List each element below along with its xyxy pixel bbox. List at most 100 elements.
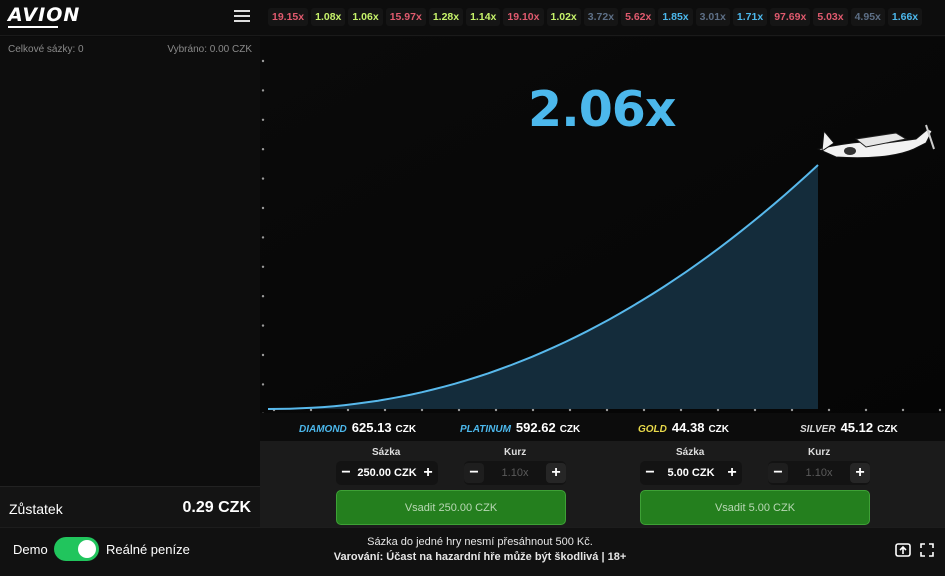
x-dot: [753, 408, 757, 412]
tier-platinum: PLATINUM 592.62 CZK: [460, 420, 580, 435]
bet-panel-2: Sázka − 5.00 CZK + Kurz − 1.10x + Vsadit…: [564, 441, 904, 527]
history-chip[interactable]: 19.15x: [268, 8, 309, 26]
tier-name: DIAMOND: [299, 424, 347, 435]
rate-label: Kurz: [808, 447, 831, 458]
history-chip[interactable]: 1.85x: [658, 8, 693, 26]
top-bar: AVION 19.15x 1.08x 1.06x 15.97x 1.28x 1.14x 19…: [0, 0, 945, 36]
footer: Demo Reálné peníze Sázka do jedné hry ne…: [0, 527, 945, 576]
x-dot: [642, 408, 646, 412]
y-dot: [261, 59, 265, 63]
tier-name: PLATINUM: [460, 424, 511, 435]
x-dot: [864, 408, 868, 412]
history-chip[interactable]: 15.97x: [385, 8, 426, 26]
menu-icon[interactable]: [234, 10, 250, 24]
tier-silver: SILVER 45.12 CZK: [800, 420, 898, 435]
y-dot: [261, 177, 265, 180]
history-chip[interactable]: 3.01x: [695, 8, 730, 26]
fullscreen-icon[interactable]: [918, 541, 936, 559]
y-dot: [261, 353, 265, 357]
tier-amount: 45.12: [840, 420, 874, 435]
x-dot: [383, 408, 387, 412]
bet-amount-value[interactable]: 5.00 CZK: [660, 467, 722, 479]
history-chip[interactable]: 1.71x: [732, 8, 768, 26]
real-money-label: Reálné peníze: [106, 542, 190, 557]
x-dot: [938, 408, 942, 412]
history-chip[interactable]: 1.14x: [466, 8, 501, 26]
bet-amount-stepper: − 5.00 CZK +: [640, 461, 742, 485]
history-chip[interactable]: 1.66x: [887, 8, 923, 26]
bet-panel-1: Sázka − 250.00 CZK + Kurz − 1.10x + Vsad…: [260, 441, 600, 527]
x-dot: [309, 408, 313, 412]
y-dot: [261, 148, 265, 151]
tier-amount: 44.38: [671, 420, 705, 435]
y-dot: [261, 236, 265, 239]
notice-line-2: Varování: Účast na hazardní hře může být…: [333, 551, 627, 563]
mode-toggle[interactable]: [54, 537, 99, 561]
x-dot: [679, 408, 683, 412]
x-dot: [457, 408, 461, 412]
history-chip[interactable]: 1.08x: [311, 8, 346, 26]
y-dot: [261, 295, 265, 298]
history-chip[interactable]: 1.06x: [348, 8, 383, 26]
bets-panel: Celkové sázky: 0 Vybráno: 0.00 CZK Zůsta…: [0, 37, 260, 528]
tier-name: GOLD: [638, 424, 667, 435]
rate-value[interactable]: 1.10x: [788, 467, 850, 479]
rules-icon[interactable]: [894, 541, 912, 559]
increase-amount-button[interactable]: +: [722, 463, 742, 483]
tier-amount: 592.62: [515, 420, 556, 435]
y-dot: [261, 265, 265, 268]
rate-stepper: − 1.10x +: [464, 461, 566, 485]
x-dot: [531, 408, 535, 412]
game-canvas: 2.06x: [260, 37, 945, 413]
x-dot: [790, 408, 794, 412]
decrease-amount-button[interactable]: −: [336, 463, 356, 483]
tier-currency: CZK: [395, 424, 417, 435]
x-dot: [568, 408, 572, 412]
bet-zone: Sázka − 250.00 CZK + Kurz − 1.10x + Vsad…: [260, 441, 945, 527]
rate-stepper: − 1.10x +: [768, 461, 870, 485]
y-dot: [261, 118, 265, 122]
decrease-rate-button[interactable]: −: [464, 463, 484, 483]
history-chip[interactable]: 97.69x: [770, 8, 811, 26]
history-chip[interactable]: 5.03x: [813, 8, 848, 26]
rate-value[interactable]: 1.10x: [484, 467, 546, 479]
history-chip[interactable]: 3.72x: [583, 8, 619, 26]
demo-label: Demo: [13, 542, 48, 557]
history-chip[interactable]: 4.95x: [850, 8, 885, 26]
place-bet-button[interactable]: Vsadit 5.00 CZK: [640, 490, 870, 525]
x-dot: [827, 408, 831, 412]
tier-diamond: DIAMOND 625.13 CZK: [299, 420, 416, 435]
y-dot: [261, 324, 265, 327]
legal-notice: Sázka do jedné hry nesmí přesáhnout 500 …: [300, 535, 660, 565]
history-chip[interactable]: 19.10x: [503, 8, 544, 26]
tier-amount: 625.13: [351, 420, 392, 435]
notice-line-1: Sázka do jedné hry nesmí přesáhnout 500 …: [367, 536, 593, 548]
balance-label: Zůstatek: [9, 501, 63, 517]
history-chip[interactable]: 5.62x: [621, 8, 656, 26]
rate-label: Kurz: [504, 447, 527, 458]
y-dot: [261, 383, 265, 386]
balance-value: 0.29 CZK: [182, 499, 251, 516]
tier-gold: GOLD 44.38 CZK: [638, 420, 729, 435]
tier-name: SILVER: [800, 424, 836, 435]
bet-amount-stepper: − 250.00 CZK +: [336, 461, 438, 485]
increase-amount-button[interactable]: +: [418, 463, 438, 483]
tier-currency: CZK: [559, 424, 581, 435]
bet-amount-value[interactable]: 250.00 CZK: [356, 467, 418, 479]
history-chip[interactable]: 1.28x: [428, 8, 464, 26]
tier-currency: CZK: [708, 424, 729, 435]
bet-amount-label: Sázka: [676, 447, 705, 458]
x-dot: [605, 408, 609, 412]
x-dot: [901, 408, 905, 412]
y-dot: [261, 206, 265, 210]
decrease-rate-button[interactable]: −: [768, 463, 788, 483]
bets-stats: Celkové sázky: 0 Vybráno: 0.00 CZK: [8, 44, 252, 55]
x-dot: [494, 408, 498, 412]
place-bet-button[interactable]: Vsadit 250.00 CZK: [336, 490, 566, 525]
increase-rate-button[interactable]: +: [546, 463, 566, 483]
multiplier-history: 19.15x 1.08x 1.06x 15.97x 1.28x 1.14x 19.10x 1.…: [268, 8, 923, 26]
increase-rate-button[interactable]: +: [850, 463, 870, 483]
bet-amount-label: Sázka: [372, 447, 401, 458]
history-chip[interactable]: 1.02x: [546, 8, 581, 26]
decrease-amount-button[interactable]: −: [640, 463, 660, 483]
